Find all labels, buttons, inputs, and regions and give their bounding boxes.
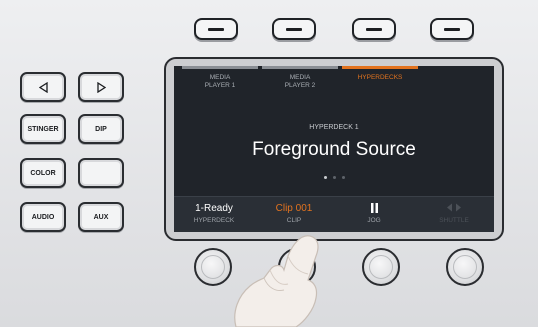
tab-label-line1: MEDIA <box>289 74 311 81</box>
screen-subheading: HYPERDECK 1 <box>309 124 359 131</box>
page-dot-active <box>323 176 327 179</box>
dip-button[interactable]: DIP <box>78 114 124 144</box>
tab-label-line1: HYPERDECKS <box>357 74 403 81</box>
func-hyperdeck[interactable]: 1-Ready HYPERDECK <box>174 203 254 224</box>
page-dot <box>332 176 336 179</box>
func-shuttle[interactable]: SHUTTLE <box>414 203 494 224</box>
func-clip-value: Clip 001 <box>275 203 313 214</box>
control-panel: STINGER DIP COLOR AUDIO AUX MEDIA PLAYER… <box>0 0 538 327</box>
page-dot <box>341 176 345 179</box>
soft-key-4[interactable] <box>430 18 474 40</box>
pause-icon <box>334 203 414 215</box>
tab-media-player-2[interactable]: MEDIA PLAYER 2 <box>262 66 338 96</box>
soft-key-1[interactable] <box>194 18 238 40</box>
soft-key-2[interactable] <box>272 18 316 40</box>
page-indicator <box>174 166 494 184</box>
func-hyperdeck-value: 1-Ready <box>195 203 233 214</box>
screen-title: Foreground Source <box>252 139 416 160</box>
stinger-button[interactable]: STINGER <box>20 114 66 144</box>
knob-1[interactable] <box>194 248 232 286</box>
lcd-screen: MEDIA PLAYER 1 MEDIA PLAYER 2 HYPERDECKS… <box>174 66 494 232</box>
func-clip-label: CLIP <box>286 217 302 224</box>
menu-tabs: MEDIA PLAYER 1 MEDIA PLAYER 2 HYPERDECKS <box>174 66 494 96</box>
tab-label-line2: PLAYER 2 <box>284 82 316 89</box>
tab-label-line1: MEDIA <box>209 74 231 81</box>
audio-button[interactable]: AUDIO <box>20 202 66 232</box>
hand-image <box>234 235 319 327</box>
soft-key-3[interactable] <box>352 18 396 40</box>
blank-button[interactable] <box>78 158 124 188</box>
func-shuttle-label: SHUTTLE <box>439 217 469 224</box>
shuttle-icon <box>414 203 494 215</box>
aux-button[interactable]: AUX <box>78 202 124 232</box>
func-clip[interactable]: Clip 001 CLIP <box>254 203 334 224</box>
tab-media-player-1[interactable]: MEDIA PLAYER 1 <box>182 66 258 96</box>
func-jog[interactable]: JOG <box>334 203 414 224</box>
tab-hyperdecks[interactable]: HYPERDECKS <box>342 66 418 96</box>
func-jog-label: JOG <box>367 217 381 224</box>
arrow-right-icon <box>96 81 106 93</box>
arrow-right-button[interactable] <box>78 72 124 102</box>
color-button[interactable]: COLOR <box>20 158 66 188</box>
tab-label-line2: PLAYER 1 <box>204 82 236 89</box>
arrow-left-button[interactable] <box>20 72 66 102</box>
knob-4[interactable] <box>446 248 484 286</box>
arrow-left-icon <box>38 81 48 93</box>
knob-3[interactable] <box>362 248 400 286</box>
func-hyperdeck-label: HYPERDECK <box>193 217 235 224</box>
